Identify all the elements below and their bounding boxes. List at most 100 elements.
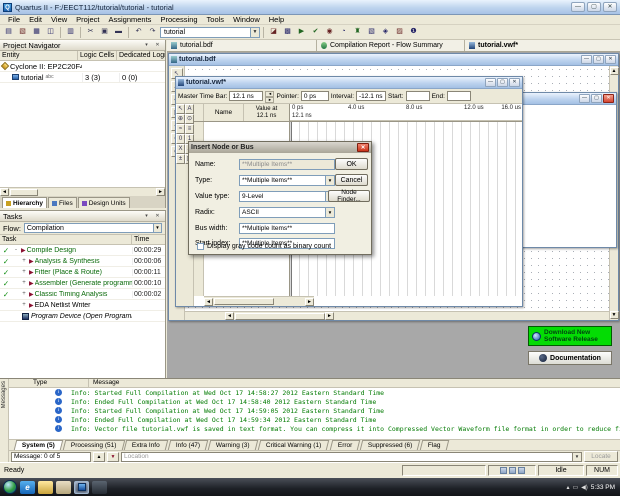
restore-icon[interactable]: ▢ <box>593 55 604 64</box>
tab-info[interactable]: Info (47) <box>168 440 209 450</box>
minimize-icon[interactable]: — <box>581 55 592 64</box>
close-icon[interactable]: ✕ <box>357 143 369 152</box>
message-row[interactable]: i Info: Ended Full Compilation at Wed Oc… <box>9 397 620 406</box>
tab-extra-info[interactable]: Extra Info <box>124 440 168 450</box>
close-icon[interactable]: ✕ <box>603 2 617 12</box>
tab-error[interactable]: Error <box>329 440 360 450</box>
locate-button[interactable]: Locate <box>584 451 618 462</box>
taskbar-quartus-icon[interactable] <box>74 481 89 494</box>
scroll-right-icon[interactable]: ► <box>325 312 334 320</box>
task-row-program-device[interactable]: Program Device (Open Programmer) <box>0 311 165 322</box>
timeline-ruler[interactable]: 0 ps 4.0 us 8.0 us 12.0 us 16.0 us 12.1 … <box>290 104 522 121</box>
tab-warning[interactable]: Warning (3) <box>208 440 258 450</box>
menu-view[interactable]: View <box>47 15 71 24</box>
clock[interactable]: 5:33 PM <box>591 484 617 491</box>
pn-col-entity[interactable]: Entity <box>0 51 78 60</box>
netlist-viewer-icon[interactable]: ♜ <box>351 26 364 38</box>
network-icon[interactable]: ▭ <box>572 484 578 491</box>
chevron-down-icon[interactable]: ▼ <box>572 453 581 461</box>
pn-col-logic-cells[interactable]: Logic Cells <box>78 51 117 60</box>
menu-processing[interactable]: Processing <box>156 15 201 24</box>
panel-float-icon[interactable]: ▾ <box>142 212 151 220</box>
force-low-icon[interactable]: 0 <box>176 134 185 144</box>
tasks-col-time[interactable]: Time <box>132 235 165 244</box>
menu-help[interactable]: Help <box>265 15 288 24</box>
pin-planner-icon[interactable]: ▨ <box>393 26 406 38</box>
project-combo[interactable]: tutorial ▼ <box>160 27 260 38</box>
spin-right-icon[interactable]: ► <box>265 97 274 103</box>
message-row[interactable]: i Info: Started Full Compilation at Wed … <box>9 388 620 397</box>
messages-col-message[interactable]: Message <box>89 379 620 387</box>
restore-icon[interactable]: ▢ <box>591 94 602 103</box>
tab-files[interactable]: Files <box>48 197 77 208</box>
invert-icon[interactable]: ± <box>176 154 185 164</box>
panel-float-icon[interactable]: ▾ <box>142 41 151 49</box>
print-icon[interactable]: ▥ <box>64 26 77 38</box>
taskbar-app-icon[interactable] <box>56 481 71 494</box>
vwf-window-titlebar[interactable]: tutorial.vwf* — ▢ ✕ <box>176 77 522 89</box>
scroll-right-icon[interactable]: ► <box>305 298 314 306</box>
scroll-left-icon[interactable]: ◄ <box>225 312 234 320</box>
align-icon[interactable]: ≡ <box>185 124 194 134</box>
tree-expander-icon[interactable]: + <box>20 280 28 286</box>
stop-icon[interactable]: ◉ <box>323 26 336 38</box>
analysis-icon[interactable]: ✔ <box>309 26 322 38</box>
scroll-down-icon[interactable]: ▼ <box>610 311 619 319</box>
scroll-right-icon[interactable]: ► <box>156 188 165 196</box>
message-row[interactable]: i Info: Started Full Compilation at Wed … <box>9 406 620 415</box>
radix-combo[interactable]: ASCII ▼ <box>239 207 335 218</box>
panel-close-icon[interactable]: ✕ <box>153 212 162 220</box>
gray-code-checkbox[interactable] <box>197 243 204 250</box>
menu-window[interactable]: Window <box>229 15 264 24</box>
tree-row-device[interactable]: Cyclone II: EP2C20F484C7 <box>0 61 165 72</box>
close-icon[interactable]: ✕ <box>605 55 616 64</box>
tab-critical-warning[interactable]: Critical Warning (1) <box>258 440 330 450</box>
undo-icon[interactable]: ↶ <box>132 26 145 38</box>
doc-tab-bdf[interactable]: tutorial.bdf <box>167 40 317 51</box>
message-row[interactable]: i Info: Ended Full Compilation at Wed Oc… <box>9 415 620 424</box>
tab-design-units[interactable]: Design Units <box>78 197 130 208</box>
menu-file[interactable]: File <box>4 15 24 24</box>
taskbar-explorer-icon[interactable] <box>38 481 53 494</box>
pn-horizontal-scrollbar[interactable]: ◄ ► <box>0 187 165 196</box>
tree-expander-icon[interactable]: + <box>20 302 28 308</box>
bdf-window-titlebar[interactable]: tutorial.bdf — ▢ ✕ <box>169 54 618 66</box>
tree-expander-icon[interactable]: + <box>20 258 28 264</box>
name-field[interactable]: **Multiple Items** <box>239 159 335 170</box>
scroll-left-icon[interactable]: ◄ <box>0 188 9 196</box>
text-tool-icon[interactable]: A <box>185 104 194 114</box>
volume-icon[interactable]: ◀) <box>581 484 588 491</box>
time-bar-spinner[interactable]: ◄► <box>265 91 274 101</box>
task-row-compile-design[interactable]: ✓ - ▶ Compile Design 00:00:29 <box>0 245 165 256</box>
force-unknown-icon[interactable]: X <box>176 144 185 154</box>
node-finder-button[interactable]: Node Finder... <box>328 190 370 202</box>
copy-icon[interactable]: ▣ <box>98 26 111 38</box>
programmer-icon[interactable]: ▧ <box>365 26 378 38</box>
cancel-button[interactable]: Cancel <box>335 174 368 186</box>
tab-system[interactable]: System (5) <box>14 440 63 450</box>
scroll-thumb[interactable] <box>214 298 274 305</box>
messages-col-type[interactable]: Type <box>9 379 89 387</box>
tab-suppressed[interactable]: Suppressed (6) <box>360 440 421 450</box>
minimize-icon[interactable]: — <box>571 2 585 12</box>
ok-button[interactable]: OK <box>335 158 368 170</box>
redo-icon[interactable]: ↷ <box>146 26 159 38</box>
help-search-icon[interactable]: ❶ <box>407 26 420 38</box>
tray-expand-icon[interactable]: ▴ <box>566 484 569 491</box>
type-combo[interactable]: **Multiple Items** ▼ <box>239 175 335 186</box>
open-file-icon[interactable]: ▧ <box>16 26 29 38</box>
message-row[interactable]: i Info: Vector file tutorial.vwf is save… <box>9 424 620 433</box>
tab-flag[interactable]: Flag <box>420 440 449 450</box>
task-row-assembler[interactable]: ✓ + ▶ Assembler (Generate programming fi… <box>0 278 165 289</box>
simulator-icon[interactable]: ◈ <box>379 26 392 38</box>
maximize-icon[interactable]: ▢ <box>587 2 601 12</box>
download-new-software-button[interactable]: Download New Software Release <box>528 326 612 346</box>
tab-processing[interactable]: Processing (51) <box>63 440 125 450</box>
chevron-down-icon[interactable]: ▼ <box>325 208 334 217</box>
cut-icon[interactable]: ✂ <box>84 26 97 38</box>
value-column-header[interactable]: Value at 12.1 ns <box>244 104 290 121</box>
menu-edit[interactable]: Edit <box>25 15 46 24</box>
full-screen-icon[interactable]: ⊙ <box>185 114 194 124</box>
task-row-analysis-synthesis[interactable]: ✓ + ▶ Analysis & Synthesis 00:00:06 <box>0 256 165 267</box>
tasks-col-task[interactable]: Task <box>0 235 132 244</box>
